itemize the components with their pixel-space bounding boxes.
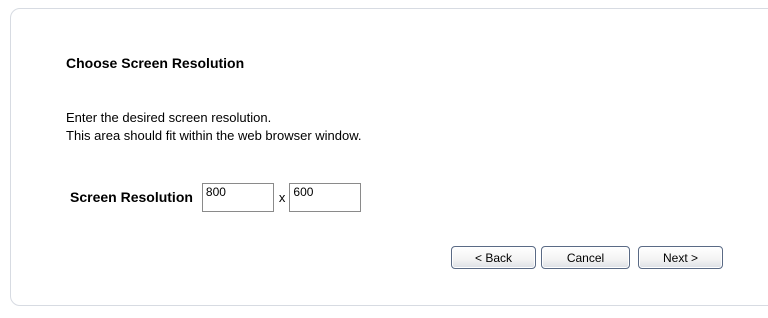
cancel-button[interactable]: Cancel [541,246,630,269]
next-button[interactable]: Next > [638,246,723,269]
resolution-label: Screen Resolution [70,189,193,205]
dialog-title: Choose Screen Resolution [66,55,245,71]
description-line-1: Enter the desired screen resolution. [66,110,272,125]
resolution-height-input[interactable] [289,182,362,212]
resolution-row: Screen Resolution x [70,182,362,212]
resolution-separator: x [278,189,286,205]
description-line-2: This area should fit within the web brow… [66,128,362,143]
back-button[interactable]: < Back [451,246,536,269]
resolution-width-input[interactable] [201,182,274,212]
dialog-description: Enter the desired screen resolution. Thi… [66,109,362,145]
